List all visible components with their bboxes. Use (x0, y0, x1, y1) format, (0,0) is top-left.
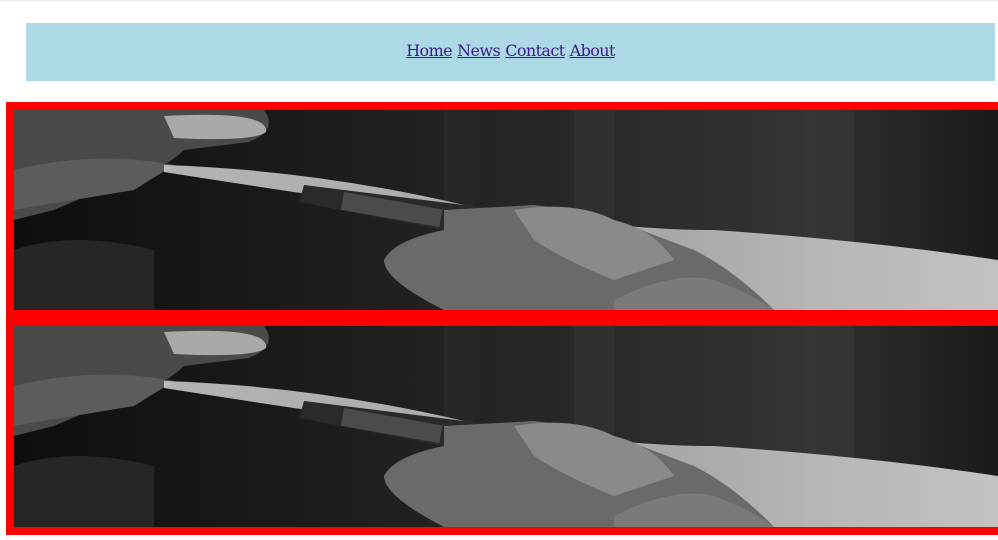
vaping-photo-image (14, 110, 998, 310)
nav-link-about[interactable]: About (570, 41, 616, 60)
nav-link-news[interactable]: News (457, 41, 501, 60)
nav-link-home[interactable]: Home (406, 41, 452, 60)
top-nav: Home News Contact About (26, 23, 995, 81)
page: Home News Contact About (0, 0, 998, 540)
nav-link-contact[interactable]: Contact (505, 41, 565, 60)
banner-image-1 (6, 102, 998, 318)
vaping-photo-image (14, 326, 998, 527)
banner-image-2 (6, 318, 998, 535)
